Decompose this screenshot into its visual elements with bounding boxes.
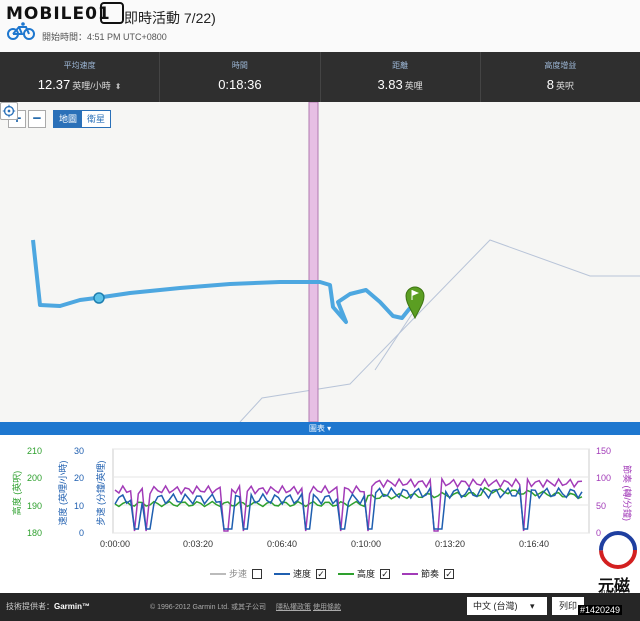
- page-footer: 技術提供者：Garmin™ © 1996-2012 Garmin Ltd. 或其…: [0, 593, 640, 621]
- bike-icon: [7, 22, 35, 40]
- activity-title: 即時活動 7/22): [124, 10, 216, 26]
- sort-arrows-icon[interactable]: ⬍: [115, 82, 122, 91]
- start-time: 開始時間：4:51 PM UTC+0800: [42, 32, 167, 42]
- map-road: [239, 239, 640, 422]
- legend-item-cadence[interactable]: 節奏 ✓: [402, 567, 455, 580]
- watermark-logo: [599, 531, 637, 569]
- time-tick: 0:16:40: [519, 539, 549, 549]
- map-type-satellite-button[interactable]: 衛星: [82, 111, 111, 127]
- time-tick: 0:00:00: [100, 539, 130, 549]
- footer-copyright: © 1996-2012 Garmin Ltd. 或其子公司: [150, 604, 267, 611]
- legend-label: 步速: [229, 569, 248, 579]
- map-type-map-button[interactable]: 地圖: [54, 111, 83, 127]
- legend-checkbox-altitude[interactable]: ✓: [380, 568, 391, 579]
- start-flag-icon[interactable]: [405, 286, 425, 320]
- speed-tick: 0: [79, 528, 84, 538]
- site-logo[interactable]: MOBILE01: [6, 4, 111, 24]
- altitude-tick: 210: [27, 446, 42, 456]
- cadence-tick: 100: [596, 473, 611, 483]
- pace-axis-label: 步速 (分鐘/英哩): [95, 461, 106, 526]
- altitude-tick: 190: [27, 501, 42, 511]
- legend-label: 高度: [357, 569, 376, 579]
- altitude-axis-label: 高度 (英呎): [11, 471, 22, 516]
- time-tick: 0:06:40: [267, 539, 297, 549]
- legend-swatch: [274, 572, 291, 575]
- route-path[interactable]: [31, 239, 412, 324]
- time-tick: 0:10:00: [351, 539, 381, 549]
- stat-avg-speed[interactable]: 平均速度 12.37 英哩/小時 ⬍: [0, 52, 159, 102]
- chevron-down-icon: ▾: [530, 601, 535, 611]
- chart-legend: 步速 速度 ✓ 高度 ✓ 節奏 ✓: [210, 567, 466, 580]
- stat-value: 12.37 英哩/小時 ⬍: [37, 77, 122, 92]
- legend-item-pace[interactable]: 步速: [210, 567, 263, 580]
- stat-distance: 距離 3.83 英哩: [319, 52, 480, 102]
- speed-tick: 30: [74, 446, 84, 456]
- stats-bar: 平均速度 12.37 英哩/小時 ⬍ 時間 0:18:36 距離 3.83 英哩 高度…: [0, 52, 640, 102]
- speed-tick: 20: [74, 473, 84, 483]
- legend-checkbox-pace[interactable]: [252, 568, 263, 579]
- stat-value: 3.83 英哩: [377, 77, 423, 92]
- legend-item-altitude[interactable]: 高度 ✓: [338, 567, 391, 580]
- stat-label: 高度增益: [544, 61, 577, 70]
- stat-label: 距離: [392, 61, 409, 70]
- stat-value: 0:18:36: [218, 77, 262, 92]
- map-settings-icon[interactable]: [0, 102, 18, 120]
- legend-swatch: [402, 572, 419, 575]
- site-logo-mark: [100, 2, 124, 24]
- map-highway: [308, 102, 319, 422]
- stat-label: 平均速度: [63, 61, 96, 70]
- legend-label: 速度: [293, 569, 312, 579]
- chart-toggle-button[interactable]: 圖表 ▾: [0, 422, 640, 435]
- cadence-tick: 50: [596, 501, 606, 511]
- map-canvas[interactable]: [0, 102, 640, 422]
- altitude-tick: 180: [27, 528, 42, 538]
- legend-swatch: [338, 572, 355, 575]
- time-tick: 0:03:20: [183, 539, 213, 549]
- footer-credit: 技術提供者：Garmin™: [6, 602, 91, 611]
- watermark-id: #1420249: [578, 605, 623, 615]
- stat-elevation-gain: 高度增益 8 英呎: [479, 52, 640, 102]
- cadence-tick: 150: [596, 446, 611, 456]
- legend-checkbox-speed[interactable]: ✓: [316, 568, 327, 579]
- route-map[interactable]: + − 地圖 衛星: [0, 102, 640, 422]
- stat-label: 時間: [231, 61, 248, 70]
- speed-tick: 10: [74, 501, 84, 511]
- legend-label: 節奏: [421, 569, 440, 579]
- legend-checkbox-cadence[interactable]: ✓: [444, 568, 455, 579]
- zoom-out-button[interactable]: −: [28, 110, 46, 128]
- stat-time: 時間 0:18:36: [159, 52, 319, 102]
- map-type-switch: 地圖 衛星: [53, 110, 112, 128]
- speed-axis-label: 速度 (英哩/小時): [57, 461, 68, 526]
- activity-header: MOBILE01 即時活動 7/22) 開始時間：4:51 PM UTC+080…: [0, 0, 640, 52]
- cadence-axis-label: 節奏 (轉/分鐘): [622, 465, 633, 521]
- altitude-tick: 200: [27, 473, 42, 483]
- legend-item-speed[interactable]: 速度 ✓: [274, 567, 327, 580]
- stat-value: 8 英呎: [546, 77, 574, 92]
- terms-link[interactable]: 使用條款: [313, 602, 341, 612]
- privacy-link[interactable]: 隱私權政策: [276, 602, 311, 612]
- time-tick: 0:13:20: [435, 539, 465, 549]
- position-marker[interactable]: [93, 292, 105, 304]
- legend-swatch: [210, 572, 226, 575]
- language-select[interactable]: 中文 (台灣) ▾: [467, 597, 547, 615]
- map-road: [374, 313, 413, 371]
